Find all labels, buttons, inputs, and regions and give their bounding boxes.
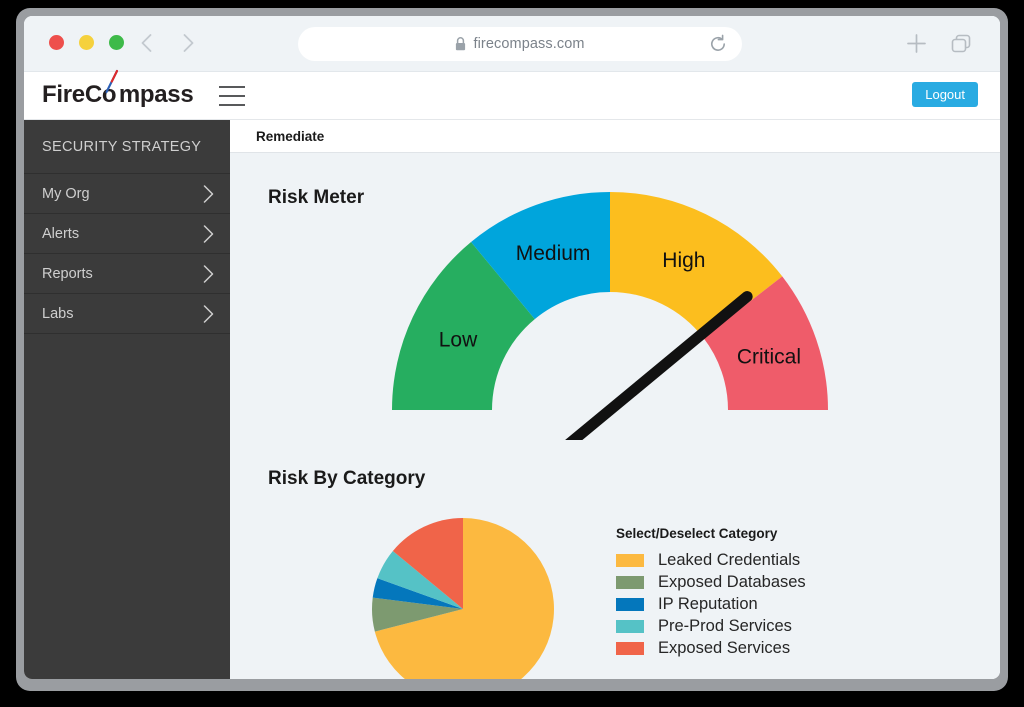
- chevron-right-icon: [203, 265, 214, 283]
- sidebar-item-label: Reports: [42, 266, 93, 282]
- logout-button[interactable]: Logout: [912, 82, 978, 107]
- window-traffic-lights: [49, 35, 124, 50]
- sidebar-item-reports[interactable]: Reports: [24, 254, 230, 294]
- sidebar-item-labs[interactable]: Labs: [24, 294, 230, 334]
- gauge-label-critical: Critical: [737, 346, 801, 369]
- legend-title: Select/Deselect Category: [616, 526, 806, 541]
- address-bar[interactable]: firecompass.com: [298, 27, 742, 61]
- logo-text-prefix: FireC: [42, 81, 102, 109]
- risk-by-category-pie: [370, 516, 556, 679]
- back-button[interactable]: [136, 30, 156, 56]
- sidebar-item-label: Alerts: [42, 226, 79, 242]
- legend-swatch: [616, 620, 644, 633]
- legend-item-exposed-services[interactable]: Exposed Services: [616, 637, 806, 659]
- lock-icon: [455, 37, 466, 51]
- chevron-right-icon: [203, 185, 214, 203]
- risk-meter-gauge: Low Medium High Critical: [350, 165, 870, 445]
- sidebar: SECURITY STRATEGY My Org Alerts: [24, 120, 230, 679]
- app-header: FireC o mpass Logout: [24, 72, 1000, 120]
- content-area: Remediate Risk Meter LowMediumHighCritic…: [230, 120, 1000, 679]
- legend-label: Exposed Services: [658, 639, 790, 658]
- browser-window-inner: firecompass.com FireC: [24, 16, 1000, 679]
- minimize-window-button[interactable]: [79, 35, 94, 50]
- logo-o-letter: o: [102, 81, 116, 108]
- chevron-right-icon: [203, 305, 214, 323]
- sidebar-item-my-org[interactable]: My Org: [24, 174, 230, 214]
- gauge-label-low: Low: [439, 328, 478, 351]
- legend-item-ip-reputation[interactable]: IP Reputation: [616, 593, 806, 615]
- legend-swatch: [616, 598, 644, 611]
- breadcrumb-bar: Remediate: [230, 120, 1000, 153]
- sidebar-item-label: Labs: [42, 306, 73, 322]
- hamburger-menu-icon[interactable]: [219, 86, 245, 106]
- hamburger-bar-2: [219, 95, 245, 97]
- chevron-right-icon: [203, 225, 214, 243]
- risk-by-category-title: Risk By Category: [268, 468, 425, 490]
- chevron-right-icon: [183, 34, 194, 52]
- browser-nav-arrows: [136, 30, 198, 56]
- chevron-left-icon: [141, 34, 152, 52]
- legend-label: Exposed Databases: [658, 573, 806, 592]
- sidebar-item-label: My Org: [42, 186, 90, 202]
- hamburger-bar-1: [219, 86, 245, 88]
- category-legend: Select/Deselect Category Leaked Credenti…: [616, 526, 806, 659]
- legend-label: Pre-Prod Services: [658, 617, 792, 636]
- hamburger-bar-3: [219, 104, 245, 106]
- url-text: firecompass.com: [473, 36, 584, 52]
- legend-item-leaked-credentials[interactable]: Leaked Credentials: [616, 549, 806, 571]
- reload-icon[interactable]: [708, 34, 728, 54]
- gauge-needle: [541, 297, 747, 440]
- url-display: firecompass.com: [455, 36, 584, 52]
- legend-item-pre-prod-services[interactable]: Pre-Prod Services: [616, 615, 806, 637]
- maximize-window-button[interactable]: [109, 35, 124, 50]
- browser-toolbar: firecompass.com: [24, 16, 1000, 72]
- copy-tabs-icon[interactable]: [951, 33, 974, 54]
- gauge-label-medium: Medium: [516, 242, 591, 265]
- logo-text-suffix: mpass: [119, 81, 194, 109]
- legend-label: Leaked Credentials: [658, 551, 800, 570]
- forward-button[interactable]: [178, 30, 198, 56]
- app-body: SECURITY STRATEGY My Org Alerts: [24, 120, 1000, 679]
- sidebar-title: SECURITY STRATEGY: [24, 120, 230, 174]
- legend-swatch: [616, 576, 644, 589]
- logo-compass-o: o: [102, 81, 119, 109]
- gauge-svg: Low Medium High Critical: [350, 165, 870, 440]
- legend-swatch: [616, 554, 644, 567]
- breadcrumb-remediate[interactable]: Remediate: [256, 129, 324, 144]
- legend-rows: Leaked Credentials Exposed Databases IP Re…: [616, 549, 806, 659]
- browser-toolbar-actions: [906, 33, 974, 54]
- pie-svg: [370, 516, 556, 679]
- gauge-label-high: High: [662, 249, 705, 272]
- risk-meter-panel: Risk Meter LowMediumHighCritical: [230, 153, 1000, 468]
- legend-label: IP Reputation: [658, 595, 758, 614]
- sidebar-item-alerts[interactable]: Alerts: [24, 214, 230, 254]
- firecompass-logo: FireC o mpass: [42, 81, 193, 109]
- browser-window: firecompass.com FireC: [16, 8, 1008, 691]
- legend-item-exposed-databases[interactable]: Exposed Databases: [616, 571, 806, 593]
- plus-icon[interactable]: [906, 33, 927, 54]
- legend-swatch: [616, 642, 644, 655]
- close-window-button[interactable]: [49, 35, 64, 50]
